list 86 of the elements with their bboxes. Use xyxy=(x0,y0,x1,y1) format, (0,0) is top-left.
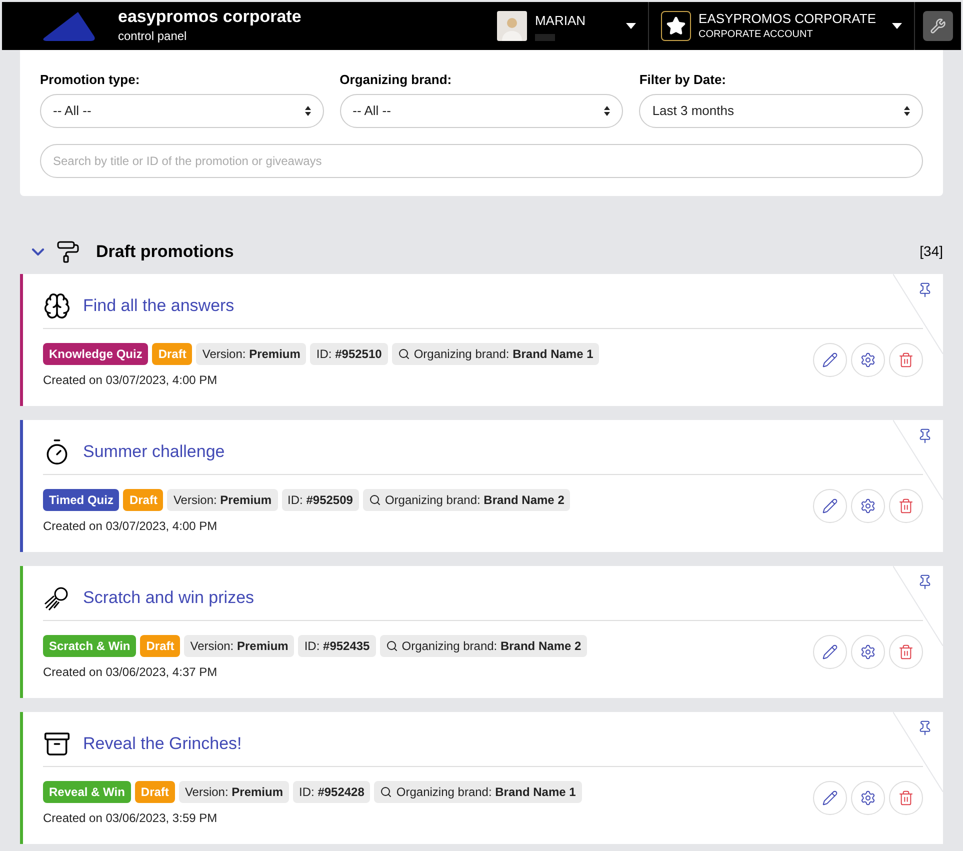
brand-tag: Organizing brand: Brand Name 2 xyxy=(380,634,588,656)
filter-select[interactable]: -- All -- xyxy=(40,94,324,128)
settings-button[interactable] xyxy=(851,488,885,522)
status-tag: Draft xyxy=(140,634,180,656)
status-tag: Draft xyxy=(123,488,164,510)
account-type: CORPORATE ACCOUNT xyxy=(698,28,813,42)
promotion-title[interactable]: Scratch and win prizes xyxy=(83,584,254,610)
filter-label: Promotion type: xyxy=(40,71,141,89)
pin-icon[interactable] xyxy=(917,720,933,736)
gear-icon xyxy=(860,790,876,806)
select-arrows-icon xyxy=(304,106,311,116)
settings-button[interactable] xyxy=(923,11,953,41)
version-tag: Version: Premium xyxy=(178,780,289,802)
id-tag: ID: #952428 xyxy=(293,780,370,802)
id-tag: ID: #952510 xyxy=(310,342,388,364)
search-field[interactable]: Search by title or ID of the promotion or giveaways xyxy=(40,144,923,178)
pin-icon[interactable] xyxy=(917,574,933,590)
redaction-bar xyxy=(534,34,555,42)
pencil-icon xyxy=(822,498,838,514)
filter-label: Filter by Date: xyxy=(639,71,728,89)
filter-label: Organizing brand: xyxy=(340,71,453,89)
settings-button[interactable] xyxy=(851,342,885,376)
select-arrows-icon xyxy=(904,106,910,116)
gear-icon xyxy=(860,644,876,660)
edit-button[interactable] xyxy=(813,342,847,376)
created-date: Created on 03/07/2023, 4:00 PM xyxy=(43,372,218,388)
id-tag: ID: #952435 xyxy=(298,634,376,656)
type-tag: Reveal & Win xyxy=(43,780,131,802)
user-name: MARIAN xyxy=(534,12,586,30)
settings-button[interactable] xyxy=(851,780,885,814)
created-date: Created on 03/06/2023, 4:37 PM xyxy=(43,664,218,680)
section-count: [34] xyxy=(920,242,943,261)
user-menu[interactable]: MARIAN xyxy=(496,2,648,50)
id-tag: ID: #952509 xyxy=(282,488,359,510)
brand-subtitle: control panel xyxy=(118,28,188,45)
filter-select[interactable]: Last 3 months xyxy=(639,94,923,128)
delete-button[interactable] xyxy=(889,342,923,376)
trash-icon xyxy=(898,644,914,660)
version-tag: Version: Premium xyxy=(184,634,294,656)
account-name: EASYPROMOS CORPORATE xyxy=(698,10,876,26)
promotion-title[interactable]: Summer challenge xyxy=(83,438,225,464)
pencil-icon xyxy=(822,644,838,660)
created-date: Created on 03/07/2023, 4:00 PM xyxy=(43,518,218,534)
type-tag: Scratch & Win xyxy=(43,634,136,656)
status-tag: Draft xyxy=(134,780,175,802)
gear-icon xyxy=(860,498,876,514)
delete-button[interactable] xyxy=(889,488,923,522)
search-icon xyxy=(368,494,381,506)
section-title: Draft promotions xyxy=(96,240,235,263)
brain-icon xyxy=(43,292,71,320)
pin-icon[interactable] xyxy=(917,282,933,298)
pin-icon[interactable] xyxy=(917,428,933,444)
status-tag: Draft xyxy=(152,342,192,364)
type-tag: Knowledge Quiz xyxy=(43,342,148,364)
pencil-icon xyxy=(822,352,838,368)
edit-button[interactable] xyxy=(813,634,847,668)
version-tag: Version: Premium xyxy=(167,488,278,510)
delete-button[interactable] xyxy=(889,780,923,814)
created-date: Created on 03/06/2023, 3:59 PM xyxy=(43,810,218,826)
brand-tag: Organizing brand: Brand Name 1 xyxy=(374,780,582,802)
promotion-title[interactable]: Find all the answers xyxy=(83,292,234,318)
select-arrows-icon xyxy=(604,106,610,116)
trash-icon xyxy=(898,498,914,514)
filter-select[interactable]: -- All -- xyxy=(340,94,624,128)
brand-tag: Organizing brand: Brand Name 2 xyxy=(362,488,570,510)
caret-icon xyxy=(892,23,902,29)
delete-button[interactable] xyxy=(889,634,923,668)
wrench-icon xyxy=(930,18,946,34)
trash-icon xyxy=(898,352,914,368)
promotion-title[interactable]: Reveal the Grinches! xyxy=(83,730,242,756)
edit-button[interactable] xyxy=(813,488,847,522)
search-icon xyxy=(386,640,398,652)
version-tag: Version: Premium xyxy=(196,342,306,364)
pencil-icon xyxy=(822,790,838,806)
edit-button[interactable] xyxy=(813,780,847,814)
gear-icon xyxy=(860,352,876,368)
settings-button[interactable] xyxy=(851,634,885,668)
brand-name: easypromos corporate xyxy=(118,7,302,27)
brand-tag: Organizing brand: Brand Name 1 xyxy=(392,342,600,364)
search-icon xyxy=(380,786,392,798)
trash-icon xyxy=(898,790,914,806)
type-tag: Timed Quiz xyxy=(43,488,120,510)
search-icon xyxy=(398,348,410,360)
caret-icon xyxy=(626,23,636,29)
avatar-icon xyxy=(496,11,527,41)
chest-icon xyxy=(43,730,71,758)
